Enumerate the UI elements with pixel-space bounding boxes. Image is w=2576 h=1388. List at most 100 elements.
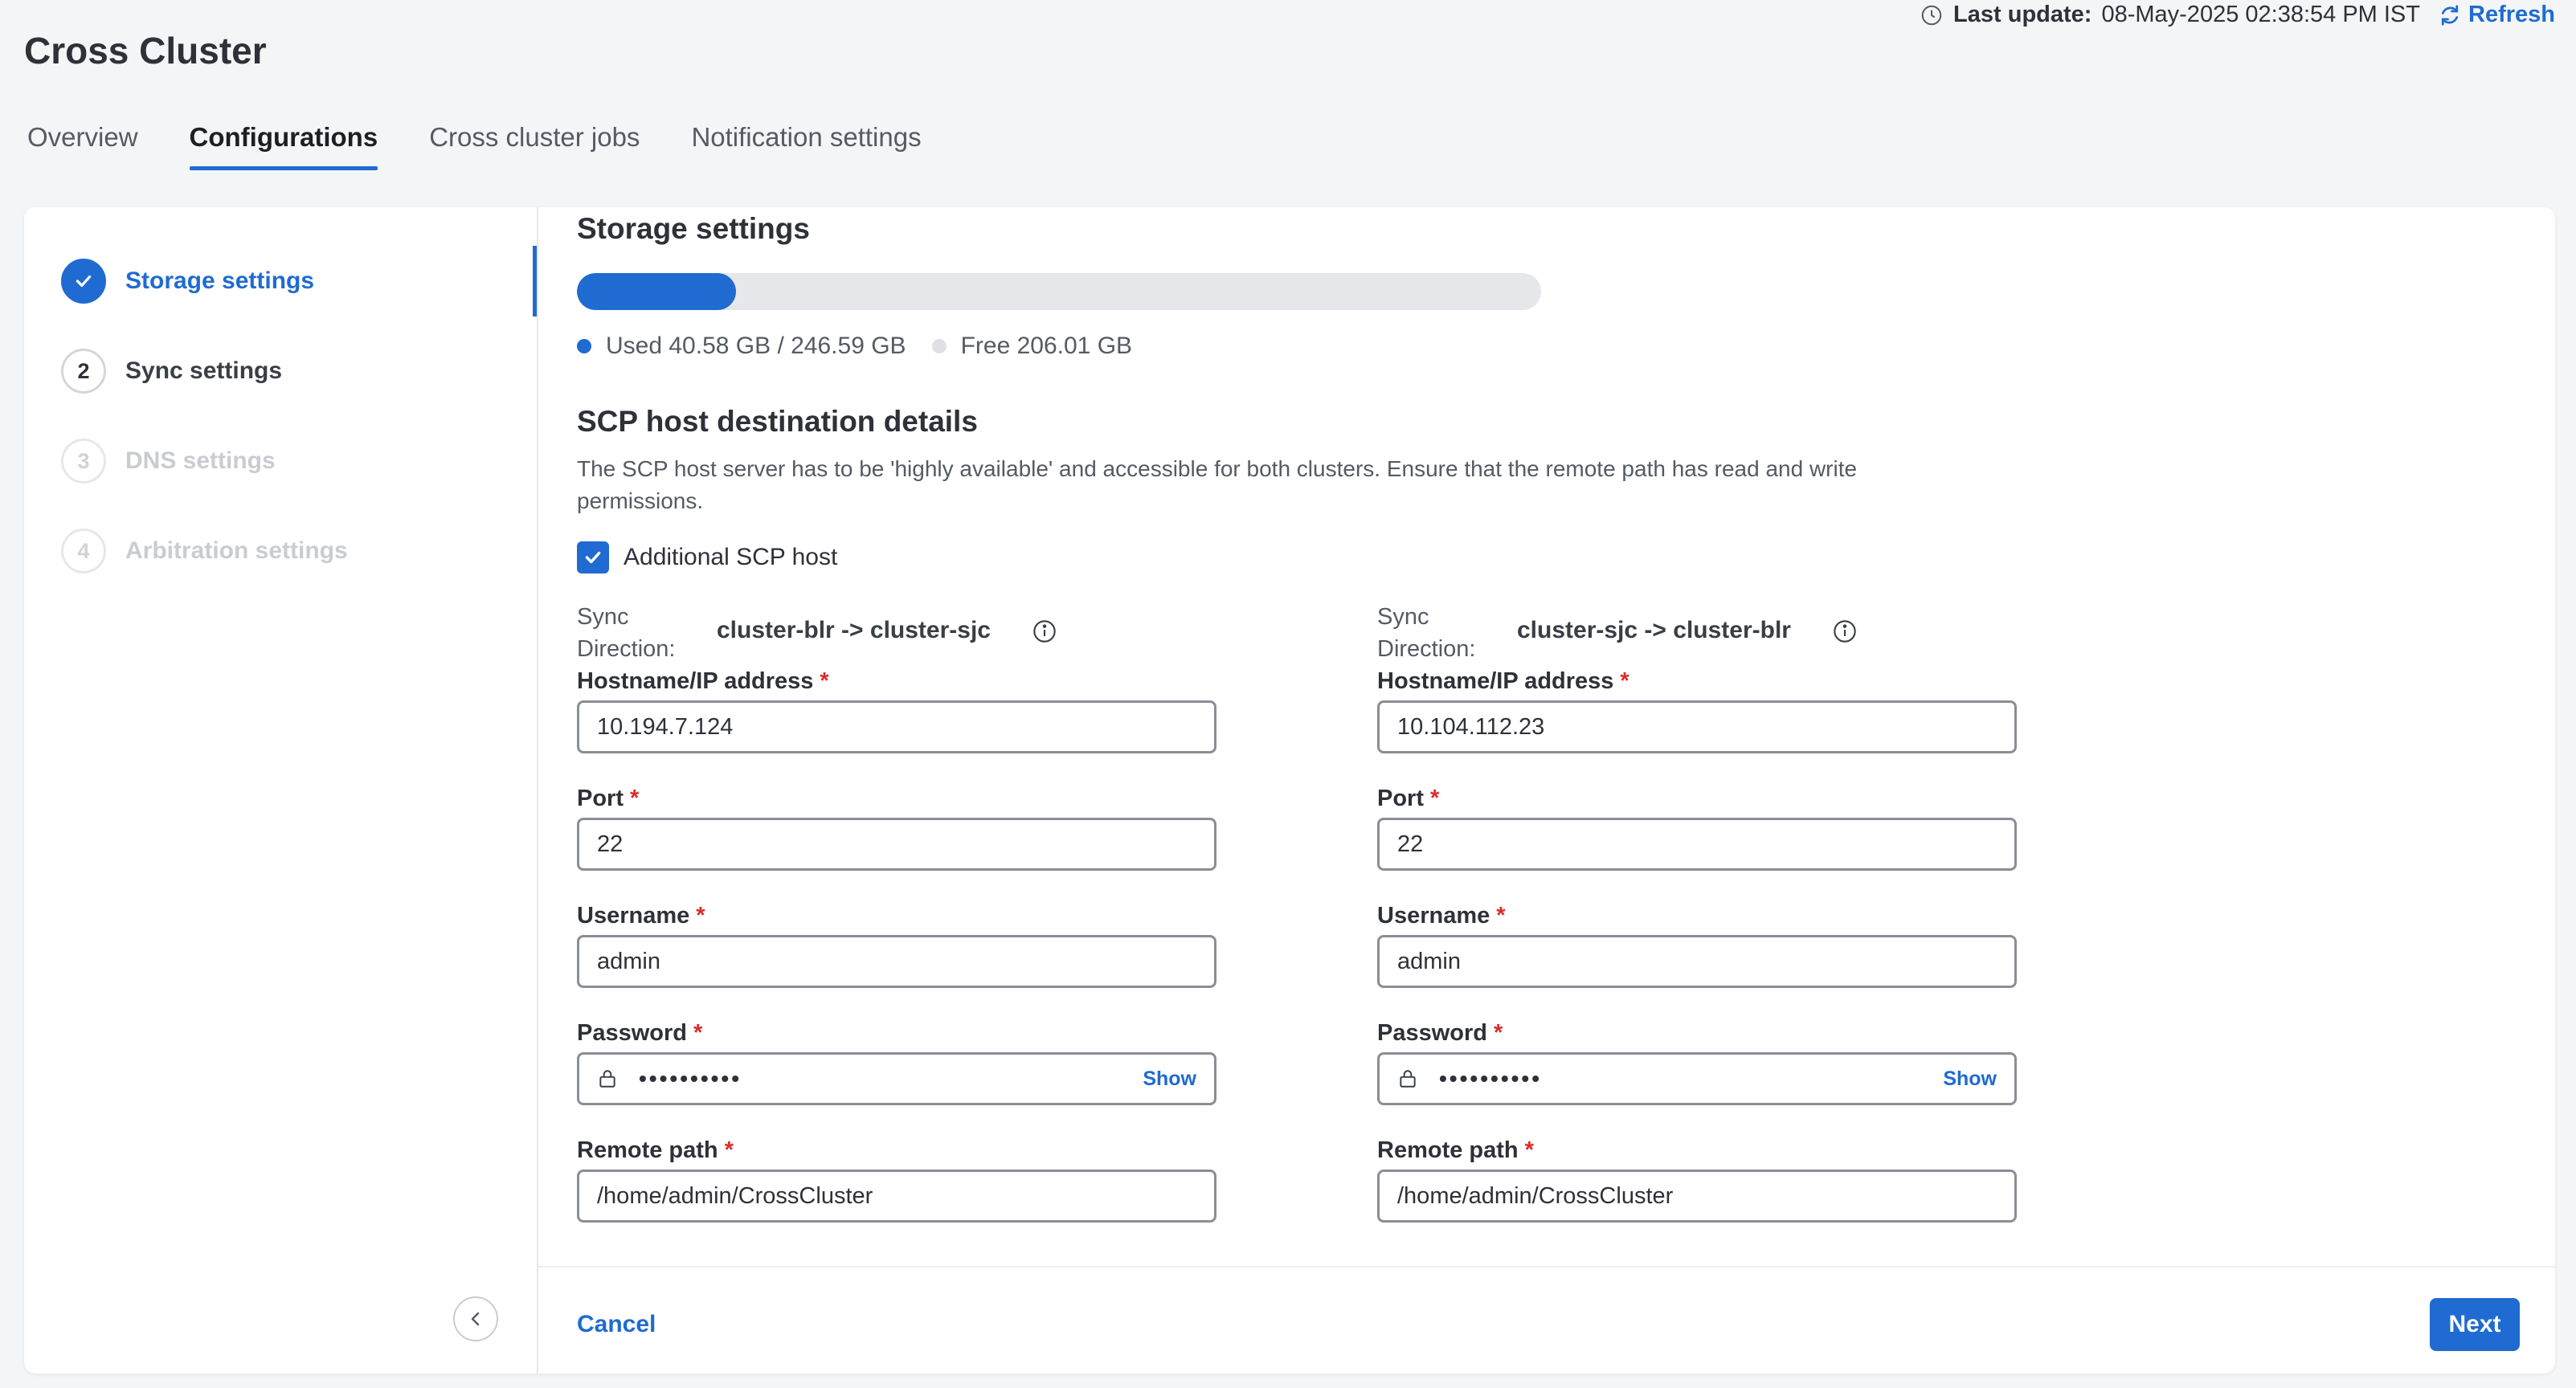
username-field: Username * [577,903,1220,1020]
used-label: Used 40.58 GB / 246.59 GB [606,333,906,359]
check-icon [61,259,106,304]
hostname-field: Hostname/IP address * [577,668,1220,786]
info-icon[interactable] [1832,618,1858,644]
port-field: Port * [1377,786,2020,903]
last-update-label: Last update: [1953,2,2092,27]
username-label: Username [577,903,690,929]
free-dot [931,339,947,353]
show-password-button[interactable]: Show [1943,1068,1997,1091]
sync-direction-value: cluster-sjc -> cluster-blr [1517,617,1791,643]
sync-direction-label: Sync Direction: [1377,604,1476,662]
required-marker: * [630,786,640,811]
storage-legend: Used 40.58 GB / 246.59 GB Free 206.01 GB [577,333,1132,360]
step-dns-settings: 3 DNS settings [61,439,276,484]
last-update-value: 08-May-2025 02:38:54 PM IST [2101,2,2420,27]
storage-title: Storage settings [577,212,810,245]
required-marker: * [696,903,705,929]
sync-direction: Sync Direction: cluster-blr -> cluster-s… [577,601,1220,668]
free-label: Free 206.01 GB [960,333,1133,359]
sync-direction-value: cluster-blr -> cluster-sjc [717,617,991,643]
remote-path-field: Remote path * [577,1137,1220,1255]
step-label: Storage settings [125,267,315,294]
step-number: 3 [61,439,106,484]
clock-icon [1921,5,1942,25]
page-title: Cross Cluster [24,30,267,71]
lock-icon [599,1070,615,1088]
step-sync-settings[interactable]: 2 Sync settings [61,349,282,394]
required-marker: * [724,1137,734,1163]
required-marker: * [1496,903,1506,929]
required-marker: * [1430,786,1440,811]
additional-scp-host-checkbox[interactable]: Additional SCP host [577,541,837,574]
password-input[interactable]: •••••••••• Show [1377,1052,2017,1105]
storage-used-fill [577,273,736,310]
port-label: Port [577,786,624,811]
tab-configurations[interactable]: Configurations [189,119,378,170]
active-step-indicator [533,246,537,316]
remote-path-input[interactable] [1377,1170,2017,1223]
sync-direction: Sync Direction: cluster-sjc -> cluster-b… [1377,601,2020,668]
next-button[interactable]: Next [2430,1298,2520,1351]
refresh-label: Refresh [2468,2,2555,27]
scp-title: SCP host destination details [577,405,978,438]
hostname-input[interactable] [1377,700,2017,753]
hostname-label: Hostname/IP address [1377,668,1614,694]
refresh-button[interactable]: Refresh [2438,2,2555,28]
required-marker: * [1620,668,1629,694]
remote-path-input[interactable] [577,1170,1216,1223]
cancel-button[interactable]: Cancel [577,1311,656,1338]
password-input[interactable]: •••••••••• Show [577,1052,1216,1105]
wizard-footer: Cancel Next [538,1266,2555,1374]
wizard-steps: Storage settings 2 Sync settings 3 DNS s… [24,207,538,1374]
port-input[interactable] [577,818,1216,871]
last-update: Last update: 08-May-2025 02:38:54 PM IST… [1920,2,2555,28]
port-input[interactable] [1377,818,2017,871]
step-number: 2 [61,349,106,394]
password-field: Password * •••••••••• Show [577,1020,1220,1137]
username-field: Username * [1377,903,2020,1020]
remote-path-label: Remote path [1377,1137,1519,1163]
used-dot [577,339,591,353]
configuration-card: Storage settings 2 Sync settings 3 DNS s… [24,207,2555,1374]
refresh-icon [2441,4,2459,26]
storage-progress-bar [577,273,1541,310]
required-marker: * [820,668,829,694]
step-arbitration-settings: 4 Arbitration settings [61,529,348,574]
password-label: Password [577,1020,687,1046]
port-field: Port * [577,786,1220,903]
checkbox-checked-icon[interactable] [577,541,609,574]
step-label: Arbitration settings [125,537,348,564]
show-password-button[interactable]: Show [1143,1068,1196,1091]
password-field: Password * •••••••••• Show [1377,1020,2020,1137]
chevron-left-icon [471,1312,480,1326]
required-marker: * [1524,1137,1534,1163]
step-storage-settings[interactable]: Storage settings [61,259,314,304]
lock-icon [1400,1070,1416,1088]
password-label: Password [1377,1020,1487,1046]
tab-bar: Overview Configurations Cross cluster jo… [27,119,973,170]
password-mask: •••••••••• [1439,1066,1543,1091]
hostname-input[interactable] [577,700,1216,753]
checkbox-label: Additional SCP host [624,544,838,570]
port-label: Port [1377,786,1424,811]
scp-host-2: Sync Direction: cluster-sjc -> cluster-b… [1377,601,2020,1255]
form-content: Storage settings Used 40.58 GB / 246.59 … [577,207,2537,1261]
username-label: Username [1377,903,1490,929]
password-mask: •••••••••• [639,1066,742,1091]
scp-description: The SCP host server has to be 'highly av… [577,456,1858,513]
required-marker: * [693,1020,703,1046]
step-number: 4 [61,529,106,574]
tab-overview[interactable]: Overview [27,119,138,170]
collapse-sidebar-button[interactable] [453,1296,498,1341]
tab-notification-settings[interactable]: Notification settings [691,119,921,170]
step-label: DNS settings [125,447,276,474]
info-icon[interactable] [1032,618,1057,644]
remote-path-label: Remote path [577,1137,718,1163]
tab-cross-cluster-jobs[interactable]: Cross cluster jobs [429,119,640,170]
hostname-label: Hostname/IP address [577,668,814,694]
sync-direction-label: Sync Direction: [577,604,676,662]
required-marker: * [1494,1020,1503,1046]
username-input[interactable] [577,935,1216,988]
username-input[interactable] [1377,935,2017,988]
scp-host-1: Sync Direction: cluster-blr -> cluster-s… [577,601,1220,1255]
